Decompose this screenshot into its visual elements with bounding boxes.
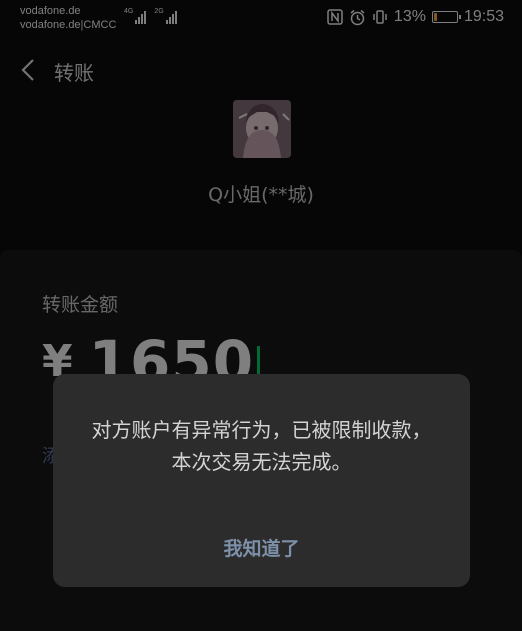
- dialog-message: 对方账户有异常行为，已被限制收款，本次交易无法完成。: [91, 418, 432, 474]
- transfer-screen: vodafone.de vodafone.de|CMCC 4G 2G 13% 1…: [0, 0, 522, 631]
- confirm-button[interactable]: 我知道了: [53, 534, 470, 561]
- alert-dialog: 对方账户有异常行为，已被限制收款，本次交易无法完成。 我知道了: [53, 374, 470, 587]
